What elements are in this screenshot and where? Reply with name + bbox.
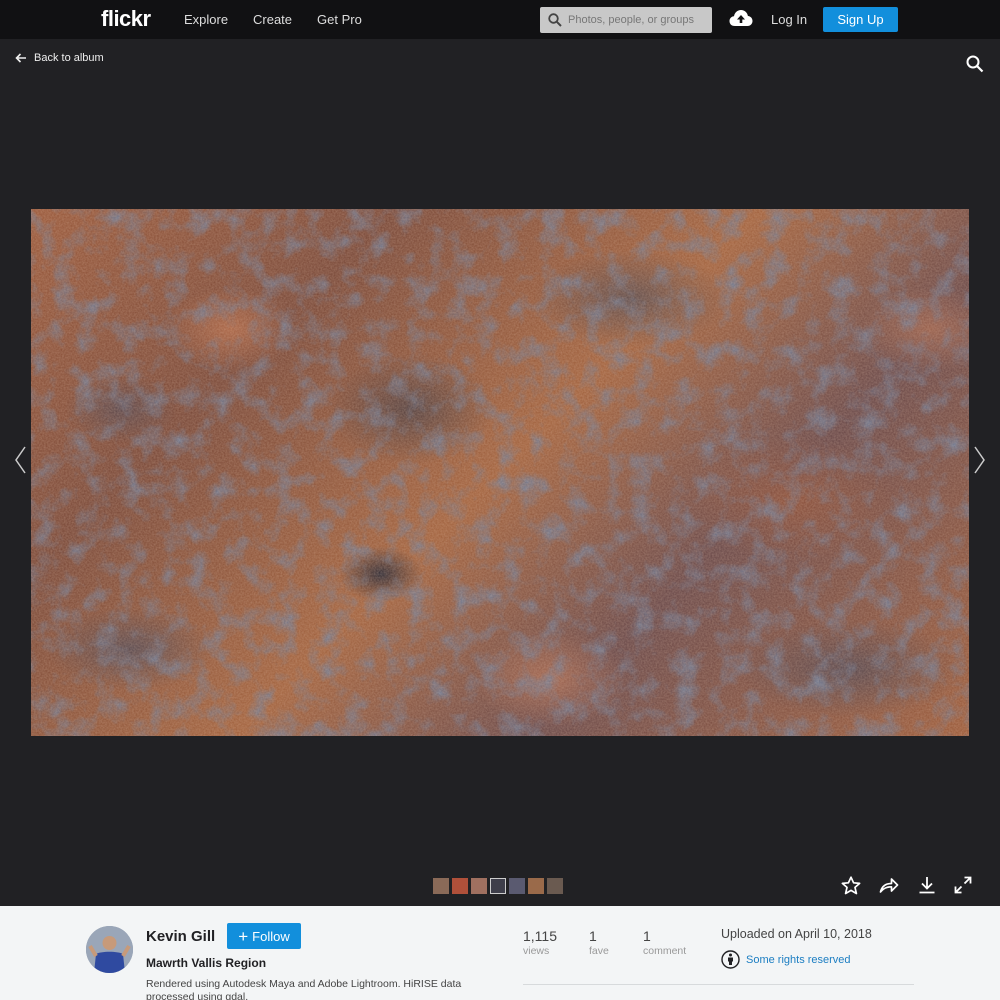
- comments-label: comment: [643, 945, 687, 957]
- arrow-left-icon: [15, 53, 26, 63]
- license-icon: [721, 950, 740, 969]
- search-icon: [548, 13, 562, 27]
- album-filmstrip: [433, 878, 563, 894]
- stats-divider: [523, 984, 914, 985]
- main-photo[interactable]: [31, 209, 969, 736]
- filmstrip-thumbnail[interactable]: [528, 878, 544, 894]
- photo-terrain-texture: [31, 209, 969, 736]
- chevron-right-icon[interactable]: [974, 446, 986, 474]
- faves-stat[interactable]: 1 fave: [589, 928, 609, 957]
- views-stat: 1,115 views: [523, 928, 557, 957]
- faves-label: fave: [589, 945, 609, 957]
- flickr-logo[interactable]: flickr: [101, 6, 151, 32]
- faves-count: 1: [589, 928, 597, 944]
- back-to-album-link[interactable]: Back to album: [15, 52, 104, 64]
- filmstrip-thumbnail[interactable]: [547, 878, 563, 894]
- views-count: 1,115: [523, 928, 557, 944]
- photo-description: Rendered using Autodesk Maya and Adobe L…: [146, 978, 462, 1000]
- license-label: Some rights reserved: [746, 953, 851, 966]
- upload-cloud-icon[interactable]: [729, 9, 753, 27]
- login-link[interactable]: Log In: [771, 12, 807, 27]
- search-icon[interactable]: [966, 55, 984, 73]
- license-link[interactable]: Some rights reserved: [721, 950, 851, 969]
- comments-count: 1: [643, 928, 651, 944]
- filmstrip-thumbnail[interactable]: [490, 878, 506, 894]
- filmstrip-thumbnail[interactable]: [433, 878, 449, 894]
- search-input[interactable]: [568, 7, 708, 33]
- plus-icon: +: [238, 926, 249, 946]
- top-nav: flickr Explore Create Get Pro Log In Sig…: [0, 0, 1000, 39]
- back-to-album-label: Back to album: [34, 52, 104, 64]
- photo-info-panel: Kevin Gill + Follow Mawrth Vallis Region…: [0, 906, 1000, 1000]
- views-label: views: [523, 945, 550, 957]
- filmstrip-thumbnail[interactable]: [452, 878, 468, 894]
- owner-name[interactable]: Kevin Gill: [146, 928, 215, 945]
- follow-label: Follow: [252, 928, 290, 944]
- avatar[interactable]: [86, 926, 133, 973]
- share-icon[interactable]: [879, 876, 899, 894]
- fullscreen-icon[interactable]: [954, 876, 972, 894]
- filmstrip-thumbnail[interactable]: [471, 878, 487, 894]
- nav-create[interactable]: Create: [253, 12, 292, 27]
- chevron-left-icon[interactable]: [14, 446, 26, 474]
- avatar-image: [86, 926, 133, 973]
- comments-stat[interactable]: 1 comment: [643, 928, 686, 957]
- filmstrip-thumbnail[interactable]: [509, 878, 525, 894]
- download-icon[interactable]: [918, 876, 936, 894]
- search-box[interactable]: [540, 7, 712, 33]
- nav-explore[interactable]: Explore: [184, 12, 228, 27]
- photo-title: Mawrth Vallis Region: [146, 956, 267, 970]
- signup-button[interactable]: Sign Up: [823, 7, 898, 32]
- follow-button[interactable]: + Follow: [227, 923, 301, 949]
- upload-date: Uploaded on April 10, 2018: [721, 927, 872, 941]
- nav-get-pro[interactable]: Get Pro: [317, 12, 362, 27]
- star-icon[interactable]: [841, 876, 861, 895]
